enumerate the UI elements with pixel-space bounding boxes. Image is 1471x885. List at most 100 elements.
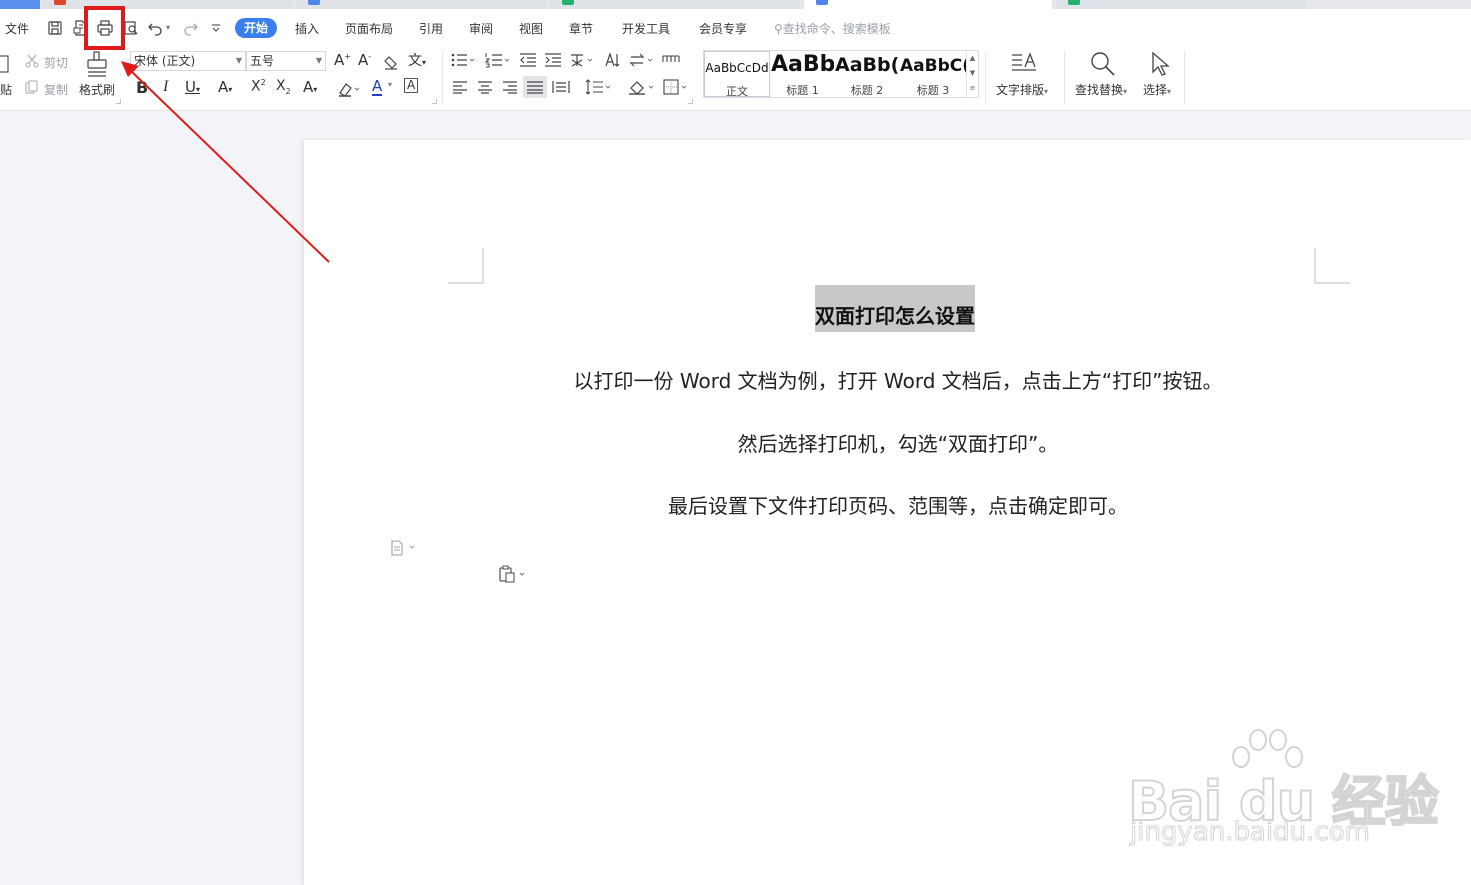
tab-home[interactable]: 开始 <box>235 18 278 38</box>
format-painter-icon[interactable] <box>86 51 108 77</box>
style-normal[interactable]: AaBbCcDd 正文 <box>704 51 770 98</box>
file-menu[interactable]: 文件 <box>5 20 29 37</box>
shading-icon[interactable] <box>628 79 656 95</box>
text-direction-icon[interactable] <box>629 52 655 68</box>
font-size-select[interactable]: 五号 ▼ <box>246 51 326 71</box>
text-layout-icon[interactable] <box>1011 52 1037 76</box>
align-left-icon[interactable] <box>452 80 468 94</box>
align-right-icon[interactable] <box>502 80 518 94</box>
tab-references[interactable]: 引用 <box>419 20 443 37</box>
tab-member[interactable]: 会员专享 <box>699 20 747 37</box>
style-label: 标题 1 <box>786 84 819 97</box>
font-color-icon[interactable]: A <box>372 78 383 96</box>
grow-font-icon[interactable]: A+ <box>334 51 351 69</box>
show-marks-icon[interactable] <box>662 52 680 68</box>
clear-format-icon[interactable] <box>383 54 399 70</box>
document-tab[interactable] <box>0 0 40 9</box>
paste-button-label[interactable]: 贴 <box>0 81 12 98</box>
phonetic-guide-icon[interactable]: 文▾ <box>408 50 426 70</box>
distributed-align-icon[interactable] <box>552 80 570 94</box>
watermark-url: jingyan.baidu.com <box>1130 817 1371 848</box>
clipboard-group-launcher[interactable] <box>116 99 121 104</box>
underline-icon[interactable]: U▾ <box>185 78 200 96</box>
find-replace-icon[interactable] <box>1090 51 1116 77</box>
copy-icon[interactable] <box>25 80 39 94</box>
numbered-list-icon[interactable] <box>485 52 511 68</box>
style-sample: AaBb( <box>835 54 899 76</box>
chevron-down-icon: ▼ <box>315 56 322 65</box>
character-border-icon[interactable]: A <box>404 78 419 93</box>
borders-icon[interactable] <box>663 79 691 95</box>
sort-icon[interactable] <box>604 52 622 68</box>
ribbon-separator <box>985 51 986 105</box>
cut-icon[interactable] <box>25 54 39 68</box>
document-tab-active[interactable] <box>804 0 1052 9</box>
command-search-placeholder: 查找命令、搜索模板 <box>782 22 891 36</box>
italic-icon[interactable]: I <box>163 78 168 96</box>
subscript-icon[interactable]: X2 <box>276 78 291 96</box>
format-painter-button[interactable]: 格式刷 <box>79 81 115 98</box>
document-icon[interactable] <box>390 540 418 560</box>
superscript-icon[interactable]: X2 <box>251 78 266 95</box>
menu-bar: 文件 ▾ 开始 插入 页面布局 引用 审阅 视图 章节 开发工具 会员专享 ⚲查… <box>0 9 1471 47</box>
strikethrough-icon[interactable]: A▾ <box>218 78 232 96</box>
tab-review[interactable]: 审阅 <box>469 20 493 37</box>
document-title[interactable]: 双面打印怎么设置 <box>815 285 975 332</box>
document-tab[interactable] <box>42 0 292 9</box>
style-heading-1[interactable]: AaBb 标题 1 <box>771 51 834 97</box>
text-effect-icon[interactable]: A▾ <box>303 78 317 96</box>
more-styles-icon[interactable]: ≡ <box>967 81 978 96</box>
style-gallery-scroll[interactable]: ▲ ▼ ≡ <box>966 51 978 97</box>
align-center-icon[interactable] <box>477 80 493 94</box>
font-color-dropdown-icon[interactable]: ▾ <box>388 80 392 89</box>
document-tab[interactable] <box>1056 0 1306 9</box>
bullet-list-icon[interactable] <box>451 52 477 68</box>
select-cursor-icon[interactable] <box>1150 52 1170 76</box>
margin-corner-top-left <box>448 248 484 284</box>
shrink-font-icon[interactable]: A- <box>358 51 371 69</box>
document-tab[interactable] <box>550 0 800 9</box>
paragraph-group-launcher[interactable] <box>688 99 693 104</box>
chinese-layout-icon[interactable] <box>569 52 595 68</box>
chevron-down-icon[interactable]: ▼ <box>967 66 978 81</box>
undo-dropdown-icon[interactable]: ▾ <box>166 23 174 41</box>
font-group-launcher[interactable] <box>432 99 437 104</box>
style-heading-3[interactable]: AaBbC( 标题 3 <box>900 51 966 97</box>
cut-button[interactable]: 剪切 <box>44 54 68 71</box>
search-icon: ⚲ <box>774 22 783 36</box>
select-button[interactable]: 选择▾ <box>1143 81 1171 98</box>
paste-options-icon[interactable] <box>498 565 528 587</box>
increase-indent-icon[interactable] <box>544 52 562 68</box>
tab-view[interactable]: 视图 <box>519 20 543 37</box>
ribbon-separator <box>442 51 443 105</box>
font-name-value: 宋体 (正文) <box>134 54 196 68</box>
highlight-color-icon[interactable] <box>337 81 361 97</box>
tab-page-layout[interactable]: 页面布局 <box>345 20 393 37</box>
document-paragraph[interactable]: 最后设置下文件打印页码、范围等，点击确定即可。 <box>448 490 1348 519</box>
font-name-select[interactable]: 宋体 (正文) ▼ <box>130 51 246 71</box>
undo-icon[interactable] <box>147 19 165 37</box>
tab-developer[interactable]: 开发工具 <box>622 20 670 37</box>
find-replace-button[interactable]: 查找替换▾ <box>1075 81 1127 98</box>
tab-section[interactable]: 章节 <box>569 20 593 37</box>
command-search[interactable]: ⚲查找命令、搜索模板 <box>774 20 891 37</box>
document-paragraph[interactable]: 然后选择打印机，勾选“双面打印”。 <box>448 428 1348 457</box>
document-paragraph[interactable]: 以打印一份 Word 文档为例，打开 Word 文档后，点击上方“打印”按钮。 <box>448 365 1348 394</box>
decrease-indent-icon[interactable] <box>519 52 537 68</box>
redo-icon[interactable] <box>181 19 199 37</box>
justify-icon[interactable] <box>523 76 547 98</box>
copy-button[interactable]: 复制 <box>44 81 68 98</box>
line-spacing-icon[interactable] <box>585 79 613 95</box>
text-layout-button[interactable]: 文字排版▾ <box>996 81 1048 98</box>
chevron-up-icon[interactable]: ▲ <box>967 51 978 66</box>
customize-icon[interactable] <box>207 19 225 37</box>
document-tab-strip <box>0 0 1471 9</box>
baidu-jingyan-watermark: Bai du 经验 jingyan.baidu.com <box>1127 727 1440 857</box>
style-label: 标题 3 <box>916 84 950 97</box>
style-heading-2[interactable]: AaBb( 标题 2 <box>835 51 899 97</box>
document-tab[interactable] <box>296 0 546 9</box>
tab-insert[interactable]: 插入 <box>295 20 319 37</box>
paste-icon[interactable] <box>0 54 10 74</box>
save-icon[interactable] <box>46 19 64 37</box>
bold-icon[interactable]: B <box>136 78 148 97</box>
